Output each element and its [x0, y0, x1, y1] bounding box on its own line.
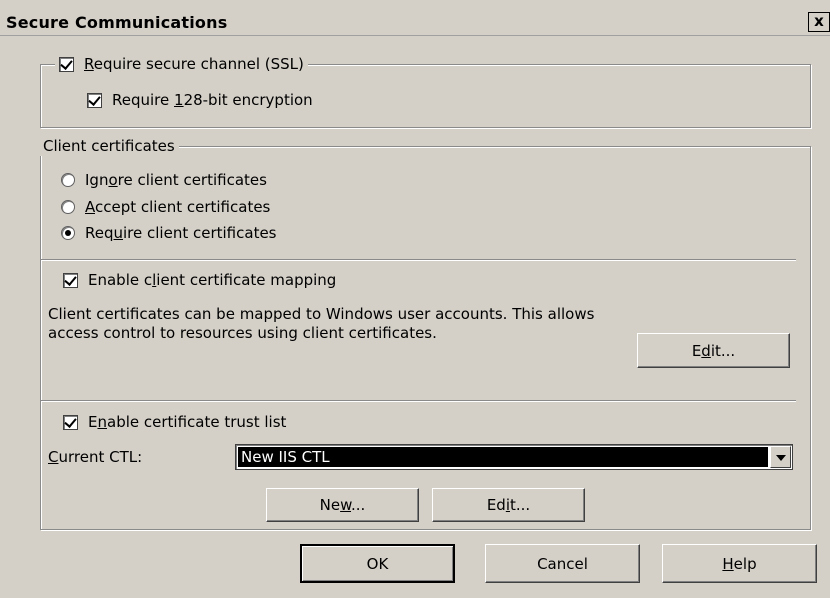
ctl-new-button[interactable]: New...	[266, 488, 419, 522]
current-ctl-label-row: Current CTL:	[48, 446, 142, 468]
require-128-label: Require 128-bit encryption	[112, 91, 313, 109]
cert-mapping-label: Enable client certificate mapping	[88, 271, 337, 289]
cert-mapping-checkbox[interactable]	[63, 272, 78, 288]
title-bar: Secure Communications x	[0, 8, 830, 36]
secure-communications-dialog: Secure Communications x Require secure c…	[0, 0, 830, 598]
mapping-edit-label: Edit...	[691, 341, 736, 360]
help-button[interactable]: Help	[662, 544, 817, 583]
accept-certs-radio-row[interactable]: Accept client certificates	[61, 196, 270, 218]
require-certs-radio[interactable]	[61, 226, 75, 240]
current-ctl-select[interactable]: New IIS CTL	[235, 444, 793, 470]
client-certificates-legend: Client certificates	[40, 136, 179, 156]
ctl-edit-button[interactable]: Edit...	[432, 488, 585, 522]
ctl-new-label: New...	[319, 496, 366, 514]
cert-mapping-checkbox-row[interactable]: Enable client certificate mapping	[63, 269, 336, 291]
ignore-certs-radio-row[interactable]: Ignore client certificates	[61, 169, 267, 191]
require-128-checkbox[interactable]	[87, 92, 102, 108]
accept-certs-radio[interactable]	[61, 200, 75, 214]
cert-mapping-description: Client certificates can be mapped to Win…	[48, 305, 595, 342]
ctl-edit-label: Edit...	[486, 496, 531, 514]
ok-button[interactable]: OK	[300, 544, 455, 583]
close-button[interactable]: x	[808, 12, 830, 32]
help-label: Help	[722, 554, 757, 573]
ctl-enable-checkbox-row[interactable]: Enable certificate trust list	[63, 411, 286, 433]
require-ssl-label: Require secure channel (SSL)	[84, 55, 304, 73]
window-title: Secure Communications	[6, 13, 228, 32]
close-icon: x	[814, 12, 824, 30]
cancel-label: Cancel	[537, 554, 588, 573]
ignore-certs-radio[interactable]	[61, 173, 75, 187]
separator-ctl	[41, 400, 796, 402]
ok-label: OK	[366, 554, 389, 573]
require-ssl-checkbox[interactable]	[59, 56, 74, 72]
cancel-button[interactable]: Cancel	[485, 544, 640, 583]
mapping-edit-button[interactable]: Edit...	[637, 333, 790, 368]
accept-certs-label: Accept client certificates	[85, 198, 271, 216]
current-ctl-label: Current CTL:	[48, 448, 143, 466]
require-certs-radio-row[interactable]: Require client certificates	[61, 222, 277, 244]
require-certs-label: Require client certificates	[85, 224, 277, 242]
separator-mapping	[41, 259, 796, 261]
ctl-enable-checkbox[interactable]	[63, 414, 78, 430]
require-ssl-checkbox-row[interactable]: Require secure channel (SSL)	[55, 54, 308, 74]
ctl-enable-label: Enable certificate trust list	[88, 413, 287, 431]
chevron-down-icon[interactable]	[770, 446, 791, 468]
ignore-certs-label: Ignore client certificates	[85, 171, 267, 189]
current-ctl-value: New IIS CTL	[238, 447, 768, 467]
require-128-checkbox-row[interactable]: Require 128-bit encryption	[87, 89, 313, 111]
